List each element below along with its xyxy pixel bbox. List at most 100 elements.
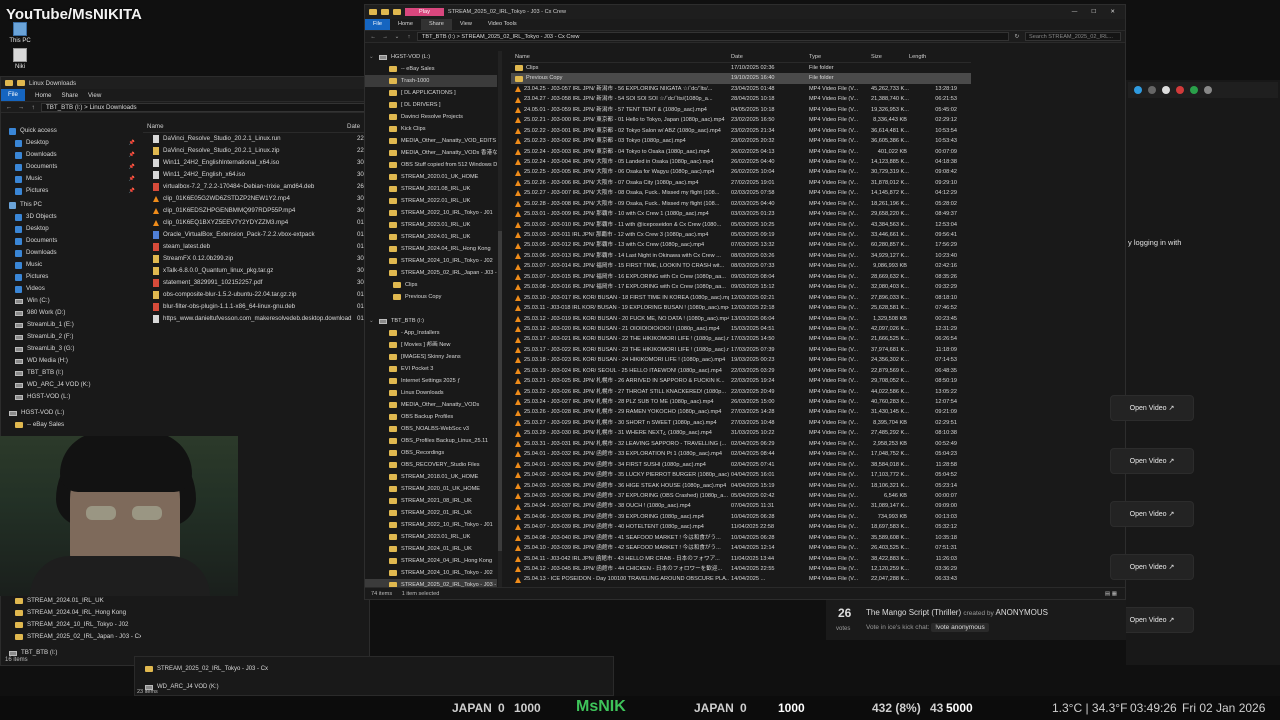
file-row[interactable]: 25.04.07 - J03-039 IRL JPN/ 函館市 - 40 HOT… <box>511 522 971 532</box>
file-row[interactable]: clip_01K6E05G2WD6ZSTDZP2NEW1Y2.mp4 30/0 <box>143 193 369 205</box>
nav-item[interactable]: WD_ARC_J4 VOD (K:) <box>1 379 141 391</box>
nav-tree-item[interactable]: Clips <box>365 279 497 291</box>
file-row[interactable]: 25.03.21 - J03-025 IRL JPN/ 札幌市 - 26 ARR… <box>511 376 971 386</box>
nav-tree-item[interactable]: OBS_RECOVERY_Studio Files <box>365 459 497 471</box>
chevron-down-icon[interactable]: ⌄ <box>369 315 375 327</box>
ribbon-home-tab[interactable]: Home <box>390 19 421 30</box>
col-length-header[interactable]: Length <box>909 51 961 62</box>
file-row[interactable]: 25.03.22 - J03-026 IRL JPN/ 札幌市 - 27 THR… <box>511 387 971 397</box>
file-row[interactable]: 25.03.01 - J03-009 IRL JPN/ 那覇市 - 10 wit… <box>511 209 971 219</box>
nav-item[interactable]: Pictures <box>1 271 141 283</box>
nav-tree-item[interactable]: MEDIA_Other__Nanatty_VODs <box>365 399 497 411</box>
col-name-header[interactable]: Name <box>511 51 729 62</box>
file-row[interactable]: 25.03.18 - J03-023 IRL KOR/ BUSAN - 24 H… <box>511 355 971 365</box>
extension-icon[interactable] <box>1176 86 1184 94</box>
file-row[interactable]: 25.03.06 - J03-013 IRL JPN/ 那覇市 - 14 Las… <box>511 251 971 261</box>
file-row[interactable]: statement_3829991_102152257.pdf 30/0 <box>143 277 369 289</box>
nav-tree-item[interactable]: OBS Backup Profiles <box>365 411 497 423</box>
nav-tree-item[interactable]: STREAM_2023.01_IRL_UK <box>365 531 497 543</box>
file-row[interactable]: 25.03.07 - J03-014 IRL JPN/ 福岡市 - 15 FIR… <box>511 261 971 271</box>
ribbon-view-tab[interactable]: View <box>88 92 101 99</box>
ribbon-share-tab[interactable]: Share <box>62 92 79 99</box>
file-row[interactable]: 25.02.27 - J03-007 IRL JPN/ 大阪市 - 08 Osa… <box>511 188 971 198</box>
file-row[interactable]: 25.03.24 - J03-027 IRL JPN/ 札幌市 - 28 PLZ… <box>511 397 971 407</box>
file-row[interactable]: obs-composite-blur-1.5.2-ubuntu-22.04.ta… <box>143 289 369 301</box>
nav-tree-item[interactable]: EVI Pocket 3 <box>365 363 497 375</box>
nav-item[interactable]: Pictures 📌 <box>1 185 141 197</box>
col-size-header[interactable]: Size <box>871 51 909 62</box>
nav-item[interactable]: STREAM_2024.04_IRL_Hong Kong <box>1 607 141 619</box>
ribbon-video-tools-tab[interactable]: Video Tools <box>480 19 525 30</box>
extension-icon[interactable] <box>1148 86 1156 94</box>
file-row[interactable]: StreamFX 0.12.0b299.zip 30/0 <box>143 253 369 265</box>
nav-item[interactable]: StreamLib_3 (G:) <box>1 343 141 355</box>
forward-icon[interactable]: → <box>17 104 25 111</box>
nav-item[interactable]: Win (C:) <box>1 295 141 307</box>
file-row[interactable]: 25.03.07 - J03-015 IRL JPN/ 福岡市 - 16 EXP… <box>511 272 971 282</box>
file-row[interactable]: 25.04.08 - J03-040 IRL JPN/ 函館市 - 41 SEA… <box>511 533 971 543</box>
nav-item[interactable]: Desktop <box>1 223 141 235</box>
nav-item[interactable]: Downloads <box>1 247 141 259</box>
file-row[interactable]: 25.04.12 - J03-045 IRL JPN/ 函館市 - 44 CHI… <box>511 564 971 574</box>
nav-quick-access[interactable]: Quick access <box>1 125 141 137</box>
nav-item[interactable]: TBT_BTB (I:) <box>1 367 141 379</box>
file-row[interactable]: clip_01K6EDSZHPGENBMMQ997RDP55P.mp4 30/0 <box>143 205 369 217</box>
nav-tree-item[interactable]: ⌄ TBT_BTB (I:) <box>365 315 497 327</box>
nav-item[interactable]: StreamLib_2 (F:) <box>1 331 141 343</box>
desktop-icon-this-pc[interactable]: This PC <box>2 22 38 44</box>
nav-item[interactable]: Music 📌 <box>1 173 141 185</box>
chevron-down-icon[interactable]: ⌄ <box>369 51 375 63</box>
nav-tree-item[interactable]: STREAM_2022.01_IRL_UK <box>365 195 497 207</box>
play-tab[interactable]: Play <box>405 8 444 16</box>
nav-tree-item[interactable]: MEDIA_Other__Nanatty_VOD_EDITS <box>365 135 497 147</box>
address-bar[interactable]: TBT_BTB (I:) > Linux Downloads <box>41 102 365 112</box>
file-row[interactable]: 25.03.19 - J03-024 IRL KOR/ SEOUL - 25 H… <box>511 366 971 376</box>
file-row[interactable]: 23.04.25 - J03-057 IRL JPN/ 新潟市 - 56 EXP… <box>511 84 971 94</box>
file-row[interactable]: virtualbox-7.2_7.2.2-170484~Debian~trixi… <box>143 181 369 193</box>
nav-tree-item[interactable]: OBS_Profiles Backup_Linux_25.11 <box>365 435 497 447</box>
nav-tree-item[interactable]: ⌄ HGST-VOD (L:) <box>365 51 497 63</box>
file-row[interactable]: 25.03.05 - J03-012 IRL JPN/ 那覇市 - 13 wit… <box>511 240 971 250</box>
col-date-header[interactable]: Date <box>729 51 809 62</box>
forward-icon[interactable]: → <box>381 34 389 40</box>
ribbon-home-tab[interactable]: Home <box>35 92 52 99</box>
nav-tree-item[interactable]: STREAM_2024_04_IRL_Hong Kong <box>365 555 497 567</box>
nav-item[interactable]: StreamLib_1 (E:) <box>1 319 141 331</box>
chevron-down-icon[interactable]: ⌄ <box>393 34 401 40</box>
open-video-button[interactable]: Open Video ↗ <box>1110 501 1194 527</box>
file-row[interactable]: 25.03.10 - J03-017 IRL KOR/ BUSAN - 18 F… <box>511 293 971 303</box>
nav-item[interactable]: Documents <box>1 235 141 247</box>
nav-item[interactable]: STREAM_2024_10_IRL_Tokyo - J02 <box>1 619 141 631</box>
file-row[interactable]: 25.03.11 - J03-018 IRL KOR/ BUSAN - 19 E… <box>511 303 971 313</box>
nav-tree-item[interactable]: STREAM_2018.01_UK_HOME <box>365 471 497 483</box>
file-row[interactable]: 25.04.01 - J03-032 IRL JPN/ 函館市 - 33 EXP… <box>511 449 971 459</box>
nav-tree-item[interactable]: [ DL DRIVERS ] <box>365 99 497 111</box>
small-window-drive[interactable]: WD_ARC_J4 VOD (K:) <box>135 681 613 693</box>
vote-command[interactable]: !vote anonymous <box>931 623 989 632</box>
nav-item[interactable]: Downloads 📌 <box>1 149 141 161</box>
file-row[interactable]: 25.03.08 - J03-016 IRL JPN/ 福岡市 - 17 EXP… <box>511 282 971 292</box>
file-row[interactable]: 25.04.06 - J03-039 IRL JPN/ 函館市 - 39 EXP… <box>511 512 971 522</box>
file-row[interactable]: clip_01K6EQ1BXYZ5EEV7Y2YDYZZM3.mp4 01/1 <box>143 217 369 229</box>
nav-item[interactable]: WD Media (H:) <box>1 355 141 367</box>
nav-tree-item[interactable]: OBS_NOALBS-WebSoc v3 <box>365 423 497 435</box>
file-row[interactable]: 25.02.26 - J03-006 IRL JPN/ 大阪市 - 07 Osa… <box>511 178 971 188</box>
file-row[interactable]: 25.02.28 - J03-008 IRL JPN/ 大阪市 - 09 Osa… <box>511 199 971 209</box>
open-video-button[interactable]: Open Video ↗ <box>1110 554 1194 580</box>
nav-item[interactable]: Videos <box>1 283 141 295</box>
file-row[interactable]: 25.04.01 - J03-033 IRL JPN/ 函館市 - 34 FIR… <box>511 460 971 470</box>
file-row[interactable]: 25.03.17 - J03-022 IRL KOR/ BUSAN - 23 T… <box>511 345 971 355</box>
nav-tree-item[interactable]: STREAM_2022_10_IRL_Tokyo - J01 <box>365 207 497 219</box>
nav-tree-item[interactable]: STREAM_2021.08_IRL_UK <box>365 183 497 195</box>
file-row[interactable]: 25.02.23 - J03-002 IRL JPN/ 東京都 - 03 Tok… <box>511 136 971 146</box>
back-icon[interactable]: ← <box>369 34 377 40</box>
nav-item[interactable]: 980 Work (D:) <box>1 307 141 319</box>
file-row[interactable]: Oracle_VirtualBox_Extension_Pack-7.2.2.v… <box>143 229 369 241</box>
nav-item[interactable]: Documents 📌 <box>1 161 141 173</box>
nav-tree-item[interactable]: STREAM_2024.04_IRL_Hong Kong <box>365 243 497 255</box>
nav-ebay-sales[interactable]: -- eBay Sales <box>1 419 141 431</box>
nav-tree-item[interactable]: -- eBay Sales <box>365 63 497 75</box>
maximize-icon[interactable]: ☐ <box>1091 9 1096 15</box>
file-row[interactable]: 25.04.04 - J03-037 IRL JPN/ 函館市 - 38 OUC… <box>511 501 971 511</box>
file-row[interactable]: 25.03.03 - J03-011 IRL JPN/ 那覇市 - 12 wit… <box>511 230 971 240</box>
